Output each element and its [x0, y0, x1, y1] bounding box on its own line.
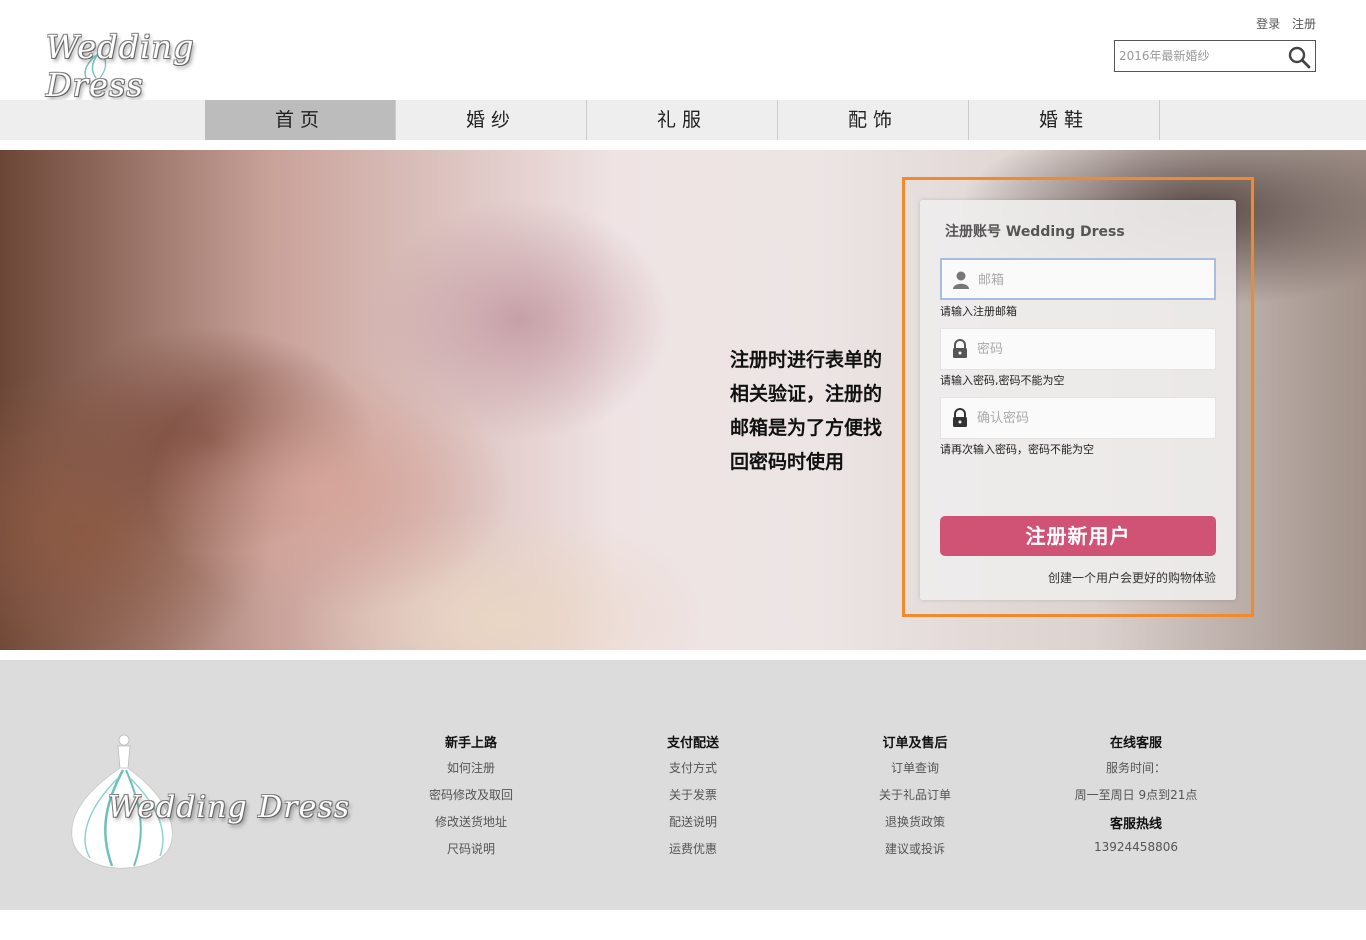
footer-col-payment: 支付配送 支付方式 关于发票 配送说明 运费优惠 [603, 732, 783, 867]
login-link[interactable]: 登录 [1256, 17, 1280, 31]
email-hint: 请输入注册邮箱 [940, 305, 1017, 318]
footer-link[interactable]: 建议或投诉 [825, 840, 1005, 867]
confirm-password-input[interactable] [977, 408, 1197, 428]
user-icon [953, 271, 969, 289]
service-time-label: 服务时间： [1105, 761, 1166, 775]
search-icon[interactable] [1287, 45, 1311, 69]
footer-col-beginner: 新手上路 如何注册 密码修改及取回 修改送货地址 尺码说明 [381, 732, 561, 867]
password-field[interactable] [940, 328, 1216, 370]
footer-link[interactable]: 如何注册 [381, 759, 561, 786]
footer-logo-text: Wedding Dress [108, 790, 351, 825]
logo-text: Wedding Dress [46, 28, 195, 104]
hotline-heading: 客服热线 [1109, 817, 1162, 832]
footer-link[interactable]: 退换货政策 [825, 813, 1005, 840]
hero-banner: 注册时进行表单的相关验证，注册的邮箱是为了方便找回密码时使用 注册账号 Wedd… [0, 150, 1366, 650]
confirm-password-hint: 请再次输入密码，密码不能为空 [940, 443, 1094, 456]
lock-icon [953, 339, 967, 358]
footer-col-heading: 新手上路 [444, 736, 497, 751]
confirm-password-field[interactable] [940, 397, 1216, 439]
nav-item-home[interactable]: 首页 [205, 100, 396, 140]
register-title: 注册账号 Wedding Dress [945, 224, 1125, 240]
footer-link[interactable]: 配送说明 [603, 813, 783, 840]
search-box [1114, 40, 1316, 72]
main-nav: 首页 婚纱 礼服 配饰 婚鞋 [0, 100, 1366, 140]
footer-col-heading: 订单及售后 [882, 736, 948, 751]
footer-link[interactable]: 运费优惠 [603, 840, 783, 867]
lock-icon [953, 408, 967, 427]
footer-link[interactable]: 尺码说明 [381, 840, 561, 867]
footer-link[interactable]: 订单查询 [825, 759, 1005, 786]
footer-link[interactable]: 密码修改及取回 [381, 786, 561, 813]
password-input[interactable] [977, 339, 1197, 359]
footer-col-heading: 在线客服 [1109, 736, 1162, 751]
email-field[interactable] [940, 258, 1216, 300]
register-panel: 注册账号 Wedding Dress 请输入注册邮箱 请输入密码,密码不能为空 [920, 200, 1236, 600]
footer-col-heading: 支付配送 [666, 736, 719, 751]
hotline-number: 13924458806 [1094, 840, 1178, 854]
site-footer: Wedding Dress 新手上路 如何注册 密码修改及取回 修改送货地址 尺… [0, 660, 1366, 910]
footer-col-orders: 订单及售后 订单查询 关于礼品订单 退换货政策 建议或投诉 [825, 732, 1005, 867]
footer-link[interactable]: 关于发票 [603, 786, 783, 813]
site-header: Wedding Dress 登录 注册 [0, 0, 1366, 104]
register-tip: 创建一个用户会更好的购物体验 [1047, 571, 1216, 585]
top-links: 登录 注册 [1248, 15, 1316, 32]
nav-item-wedding-dress[interactable]: 婚纱 [396, 100, 587, 140]
footer-col-service: 在线客服 服务时间： 周一至周日 9点到21点 客服热线 13924458806 [1046, 732, 1226, 867]
footer-link[interactable]: 支付方式 [603, 759, 783, 786]
footer-logo[interactable]: Wedding Dress [68, 728, 358, 873]
nav-item-gown[interactable]: 礼服 [587, 100, 778, 140]
search-input[interactable] [1119, 45, 1285, 67]
service-time: 周一至周日 9点到21点 [1074, 788, 1198, 802]
footer-link[interactable]: 关于礼品订单 [825, 786, 1005, 813]
site-logo[interactable]: Wedding Dress [42, 22, 302, 104]
annotation-note: 注册时进行表单的相关验证，注册的邮箱是为了方便找回密码时使用 [730, 349, 883, 473]
footer-link[interactable]: 修改送货地址 [381, 813, 561, 840]
nav-item-accessories[interactable]: 配饰 [778, 100, 969, 140]
email-input[interactable] [978, 270, 1198, 290]
password-hint: 请输入密码,密码不能为空 [940, 374, 1065, 387]
register-link[interactable]: 注册 [1292, 17, 1316, 31]
nav-item-shoes[interactable]: 婚鞋 [969, 100, 1160, 140]
register-button[interactable]: 注册新用户 [940, 516, 1216, 556]
